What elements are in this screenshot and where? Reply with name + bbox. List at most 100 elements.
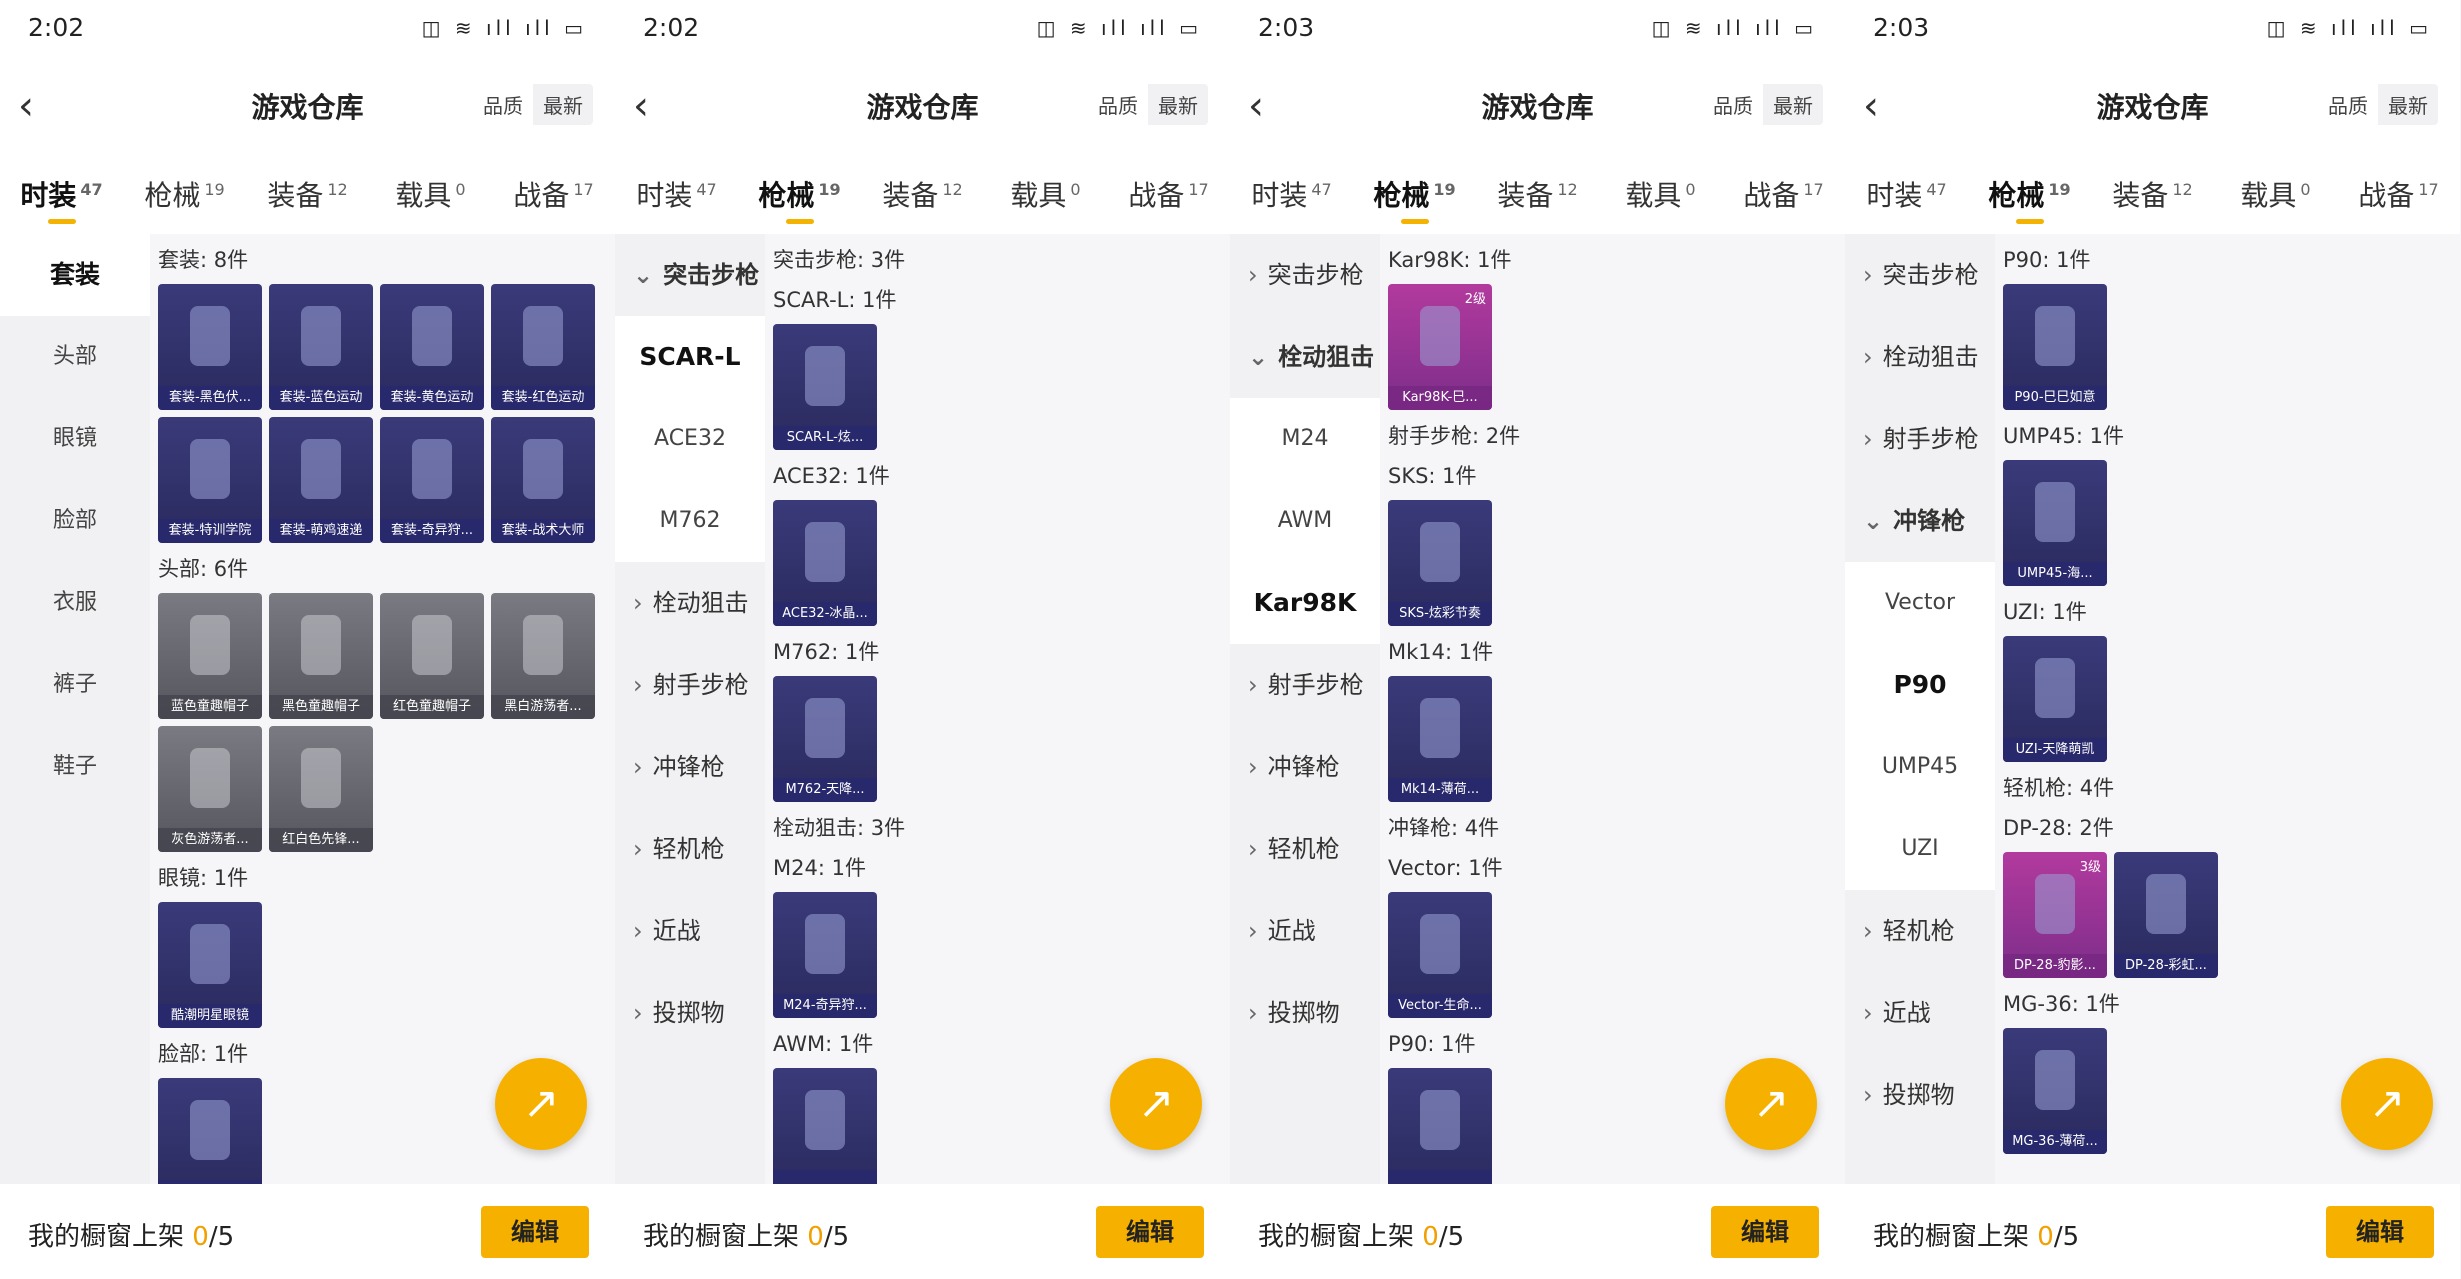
item-card[interactable]: MG-36-薄荷... — [2003, 1028, 2107, 1154]
side-item[interactable]: Vector — [1845, 562, 1995, 644]
tab-0[interactable]: 时装 47 — [615, 158, 738, 234]
item-card[interactable]: 套装-奇异狩... — [380, 417, 484, 543]
side-item[interactable]: M24 — [1230, 398, 1380, 480]
item-card[interactable]: Mk14-薄荷... — [1388, 676, 1492, 802]
side-item[interactable]: 裤子 — [0, 644, 150, 726]
item-card[interactable]: 套装-战术大师 — [491, 417, 595, 543]
side-item[interactable]: 栓动狙击 — [1230, 316, 1380, 398]
side-item[interactable]: 冲锋枪 — [1230, 726, 1380, 808]
side-item[interactable]: 射手步枪 — [1845, 398, 1995, 480]
tab-2[interactable]: 装备 12 — [861, 158, 984, 234]
tab-3[interactable]: 载具 0 — [1599, 158, 1722, 234]
item-card[interactable]: UMP45-海... — [2003, 460, 2107, 586]
side-item[interactable]: Kar98K — [1230, 562, 1380, 644]
item-card[interactable]: SCAR-L-炫... — [773, 324, 877, 450]
side-item[interactable]: 轻机枪 — [1845, 890, 1995, 972]
share-button[interactable]: ↗ — [2341, 1058, 2433, 1150]
item-card[interactable]: 红白色先锋... — [269, 726, 373, 852]
tab-3[interactable]: 载具 0 — [2214, 158, 2337, 234]
side-item[interactable]: UMP45 — [1845, 726, 1995, 808]
side-item[interactable]: P90 — [1845, 644, 1995, 726]
item-card[interactable]: 套装-黄色运动 — [380, 284, 484, 410]
tab-1[interactable]: 枪械 19 — [123, 158, 246, 234]
tab-4[interactable]: 战备 17 — [2337, 158, 2460, 234]
side-item[interactable]: 眼镜 — [0, 398, 150, 480]
item-card[interactable]: SKS-炫彩节奏 — [1388, 500, 1492, 626]
side-item[interactable]: 鞋子 — [0, 726, 150, 808]
share-button[interactable]: ↗ — [495, 1058, 587, 1150]
side-item[interactable]: 近战 — [1230, 890, 1380, 972]
sort-option-1[interactable]: 最新 — [2378, 84, 2438, 125]
item-card[interactable]: M762-天降... — [773, 676, 877, 802]
edit-button[interactable]: 编辑 — [481, 1206, 589, 1258]
item-card[interactable]: 灰色游荡者... — [158, 726, 262, 852]
tab-1[interactable]: 枪械 19 — [1968, 158, 2091, 234]
side-item[interactable]: 突击步枪 — [1230, 234, 1380, 316]
item-card[interactable]: M24-奇异狩... — [773, 892, 877, 1018]
edit-button[interactable]: 编辑 — [1711, 1206, 1819, 1258]
side-item[interactable]: AWM — [1230, 480, 1380, 562]
share-button[interactable]: ↗ — [1725, 1058, 1817, 1150]
item-card[interactable]: Vector-生命... — [1388, 892, 1492, 1018]
side-item[interactable]: 投掷物 — [1845, 1054, 1995, 1136]
item-card[interactable] — [773, 1068, 877, 1184]
sort-option-0[interactable]: 品质 — [473, 84, 533, 125]
item-card[interactable]: 2级 Kar98K-巳... — [1388, 284, 1492, 410]
side-item[interactable]: 近战 — [615, 890, 765, 972]
tab-4[interactable]: 战备 17 — [1722, 158, 1845, 234]
tab-0[interactable]: 时装 47 — [0, 158, 123, 234]
side-item[interactable]: 突击步枪 — [615, 234, 765, 316]
sort-option-1[interactable]: 最新 — [1763, 84, 1823, 125]
side-item[interactable]: SCAR-L — [615, 316, 765, 398]
tab-3[interactable]: 载具 0 — [984, 158, 1107, 234]
side-item[interactable]: 投掷物 — [1230, 972, 1380, 1054]
tab-3[interactable]: 载具 0 — [369, 158, 492, 234]
side-item[interactable]: 套装 — [0, 234, 150, 316]
item-card[interactable]: 酷潮明星眼镜 — [158, 902, 262, 1028]
item-card[interactable]: 红色童趣帽子 — [380, 593, 484, 719]
item-card[interactable]: 套装-黑色伏... — [158, 284, 262, 410]
side-item[interactable]: 栓动狙击 — [615, 562, 765, 644]
side-item[interactable]: 投掷物 — [615, 972, 765, 1054]
tab-4[interactable]: 战备 17 — [492, 158, 615, 234]
side-item[interactable]: 冲锋枪 — [615, 726, 765, 808]
item-card[interactable]: 黑白游荡者... — [491, 593, 595, 719]
side-item[interactable]: 射手步枪 — [1230, 644, 1380, 726]
sort-option-0[interactable]: 品质 — [2318, 84, 2378, 125]
side-item[interactable]: 冲锋枪 — [1845, 480, 1995, 562]
item-card[interactable] — [158, 1078, 262, 1184]
side-item[interactable]: 射手步枪 — [615, 644, 765, 726]
sort-option-1[interactable]: 最新 — [533, 84, 593, 125]
item-card[interactable]: 3级 DP-28-豹影... — [2003, 852, 2107, 978]
side-item[interactable]: 近战 — [1845, 972, 1995, 1054]
edit-button[interactable]: 编辑 — [2326, 1206, 2434, 1258]
side-item[interactable]: 栓动狙击 — [1845, 316, 1995, 398]
sort-option-1[interactable]: 最新 — [1148, 84, 1208, 125]
tab-0[interactable]: 时装 47 — [1230, 158, 1353, 234]
side-item[interactable]: UZI — [1845, 808, 1995, 890]
item-card[interactable]: P90-巳巳如意 — [2003, 284, 2107, 410]
tab-0[interactable]: 时装 47 — [1845, 158, 1968, 234]
item-card[interactable]: 套装-红色运动 — [491, 284, 595, 410]
item-card[interactable]: UZI-天降萌凯 — [2003, 636, 2107, 762]
side-item[interactable]: 头部 — [0, 316, 150, 398]
side-item[interactable]: 轻机枪 — [615, 808, 765, 890]
tab-1[interactable]: 枪械 19 — [738, 158, 861, 234]
item-card[interactable] — [1388, 1068, 1492, 1184]
tab-4[interactable]: 战备 17 — [1107, 158, 1230, 234]
item-card[interactable]: 套装-萌鸡速递 — [269, 417, 373, 543]
item-card[interactable]: 套装-蓝色运动 — [269, 284, 373, 410]
side-item[interactable]: M762 — [615, 480, 765, 562]
item-card[interactable]: ACE32-冰晶... — [773, 500, 877, 626]
side-item[interactable]: ACE32 — [615, 398, 765, 480]
edit-button[interactable]: 编辑 — [1096, 1206, 1204, 1258]
tab-2[interactable]: 装备 12 — [2091, 158, 2214, 234]
side-item[interactable]: 衣服 — [0, 562, 150, 644]
item-card[interactable]: 套装-特训学院 — [158, 417, 262, 543]
tab-1[interactable]: 枪械 19 — [1353, 158, 1476, 234]
side-item[interactable]: 突击步枪 — [1845, 234, 1995, 316]
side-item[interactable]: 轻机枪 — [1230, 808, 1380, 890]
sort-option-0[interactable]: 品质 — [1088, 84, 1148, 125]
item-card[interactable]: DP-28-彩虹... — [2114, 852, 2218, 978]
tab-2[interactable]: 装备 12 — [1476, 158, 1599, 234]
